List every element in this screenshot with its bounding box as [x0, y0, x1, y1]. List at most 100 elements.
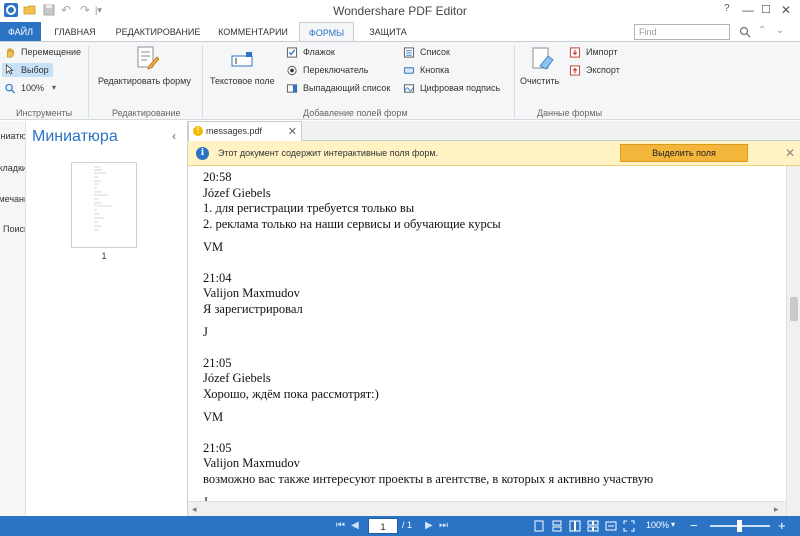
pdf-file-icon: ! [193, 126, 203, 136]
message-author: Valijon Maxmudov [203, 456, 300, 470]
zoom-dropdown-icon[interactable]: ▾ [671, 520, 675, 529]
side-nav-bookmarks[interactable]: Закладки [0, 163, 25, 173]
edit-form-icon [137, 46, 159, 70]
ribbon-divider [202, 46, 203, 118]
message-text: Хорошо, ждём пока рассмотрят:) [203, 386, 379, 401]
zoom-level[interactable]: 100% [646, 520, 669, 530]
continuous-view-icon[interactable] [551, 520, 563, 532]
checkbox-icon [286, 47, 298, 58]
dropdown-icon [286, 84, 298, 93]
minimize-icon[interactable]: — [742, 3, 754, 17]
close-icon[interactable]: ✕ [781, 3, 791, 17]
clear-form-button[interactable]: Очистить [520, 76, 559, 86]
close-notification-icon[interactable]: ✕ [785, 146, 795, 160]
dropdown-field-label: Выпадающий список [303, 83, 391, 93]
fit-width-icon[interactable] [605, 520, 617, 532]
message-text: возможно вас также интересуют проекты в … [203, 471, 654, 486]
collapse-panel-icon[interactable]: ‹ [172, 129, 176, 143]
cursor-icon [5, 64, 14, 75]
ribbon-collapse-icon[interactable]: ⌃ [758, 25, 766, 36]
search-input[interactable]: Find [634, 24, 730, 40]
zoom-out-icon[interactable]: − [690, 518, 698, 533]
horizontal-scrollbar[interactable]: ◂ ▸ [188, 501, 786, 516]
page-thumbnail[interactable] [71, 162, 137, 248]
zoom-in-icon[interactable]: + [778, 518, 786, 533]
vertical-scroll-thumb[interactable] [790, 297, 798, 321]
single-page-view-icon[interactable] [533, 520, 545, 532]
message-text: 1. для регистрации требуется только вы [203, 201, 415, 215]
document-tab[interactable]: ! messages.pdf ✕ [188, 121, 302, 141]
text-field-icon [231, 52, 253, 67]
hand-icon [6, 47, 14, 58]
zoom-slider-handle[interactable] [737, 520, 742, 532]
zoom-tool-value: 100% [21, 83, 45, 93]
ribbon-pin-icon[interactable]: ⌄ [776, 25, 784, 36]
list-field-label: Список [420, 47, 450, 57]
zoom-icon [5, 83, 16, 94]
import-label: Импорт [586, 47, 618, 57]
side-nav: Миниатюра Закладки Замечания Поиск [0, 121, 26, 516]
help-icon[interactable]: ? [724, 3, 730, 14]
facing-view-icon[interactable] [569, 520, 581, 532]
message-time: 21:04 [203, 270, 232, 285]
previous-page-icon[interactable]: ◀ [351, 520, 359, 531]
tab-home[interactable]: ГЛАВНАЯ [48, 22, 102, 42]
document-tab-label: messages.pdf [206, 126, 263, 136]
select-tool[interactable]: Выбор [2, 63, 53, 77]
export-icon [569, 65, 581, 76]
side-nav-comments[interactable]: Замечания [0, 194, 25, 204]
message-initials: J [203, 325, 208, 339]
message-author: Valijon Maxmudov [203, 286, 300, 300]
fit-page-icon[interactable] [623, 520, 635, 532]
chat-message: 21:05 Józef Giebels Хорошо, ждём пока расс… [203, 356, 783, 403]
highlight-fields-button[interactable]: Выделить поля [620, 144, 748, 162]
tab-forms[interactable]: ФОРМЫ [299, 22, 354, 42]
import-icon [569, 47, 581, 58]
tab-edit[interactable]: РЕДАКТИРОВАНИЕ [108, 22, 208, 42]
side-nav-search[interactable]: Поиск [3, 224, 25, 234]
ribbon: Перемещение Выбор 100% ▾ Инструменты Ред… [0, 41, 800, 120]
last-page-icon[interactable]: ⏭ [439, 520, 448, 531]
select-tool-label: Выбор [21, 65, 49, 75]
scroll-left-icon[interactable]: ◂ [192, 504, 197, 515]
maximize-icon[interactable]: ☐ [761, 3, 771, 16]
edit-form-button[interactable]: Редактировать форму [98, 76, 191, 86]
title-bar: ↶ ↷ |▾ Wondershare PDF Editor ? — ☐ ✕ [0, 0, 800, 22]
group-label-data: Данные формы [537, 108, 603, 118]
message-text: 2. реклама только на наши сервисы и обуч… [203, 216, 501, 231]
group-label-tools: Инструменты [16, 108, 73, 118]
pdf-page[interactable]: 20:58 Józef Giebels 1. для регистрации тре… [188, 166, 786, 501]
thumbnail-panel: Миниатюра ‹ 1 [26, 121, 185, 516]
clear-form-icon [532, 47, 554, 70]
tab-file[interactable]: ФАЙЛ [0, 22, 41, 42]
vertical-scrollbar[interactable] [786, 166, 800, 516]
close-tab-icon[interactable]: ✕ [288, 125, 297, 138]
tab-comments[interactable]: КОММЕНТАРИИ [212, 22, 294, 42]
tab-strip-background [302, 121, 800, 141]
radio-field-label: Переключатель [303, 65, 369, 75]
panel-title: Миниатюра [32, 128, 118, 145]
next-page-icon[interactable]: ▶ [425, 520, 433, 531]
message-author: Józef Giebels [203, 185, 271, 200]
button-field-icon [403, 67, 415, 74]
page-number-input[interactable]: 1 [368, 518, 398, 534]
message-time: 21:05 [203, 355, 232, 370]
tab-protect[interactable]: ЗАЩИТА [360, 22, 416, 42]
text-field-button[interactable]: Текстовое поле [210, 76, 275, 86]
button-field-label: Кнопка [420, 65, 450, 75]
group-label-edit: Редактирование [112, 108, 181, 118]
continuous-facing-icon[interactable] [587, 520, 599, 532]
status-bar: ⏮ ◀ 1 / 1 ▶ ⏭ 100% ▾ − + [0, 516, 800, 536]
chat-message: 20:58 Józef Giebels 1. для регистрации тре… [203, 170, 783, 232]
thumbnail-page-number: 1 [101, 251, 107, 261]
first-page-icon[interactable]: ⏮ [336, 520, 345, 531]
message-initials: VM [203, 410, 224, 424]
search-icon[interactable] [739, 26, 751, 38]
move-tool-label: Перемещение [21, 47, 81, 57]
signature-field-label: Цифровая подпись [420, 83, 501, 93]
signature-icon [403, 84, 415, 93]
group-label-fields: Добавление полей форм [303, 108, 408, 118]
side-nav-thumbnails[interactable]: Миниатюра [0, 131, 25, 141]
message-list: 20:58 Józef Giebels 1. для регистрации тре… [203, 170, 783, 501]
scroll-right-icon[interactable]: ▸ [774, 504, 779, 515]
